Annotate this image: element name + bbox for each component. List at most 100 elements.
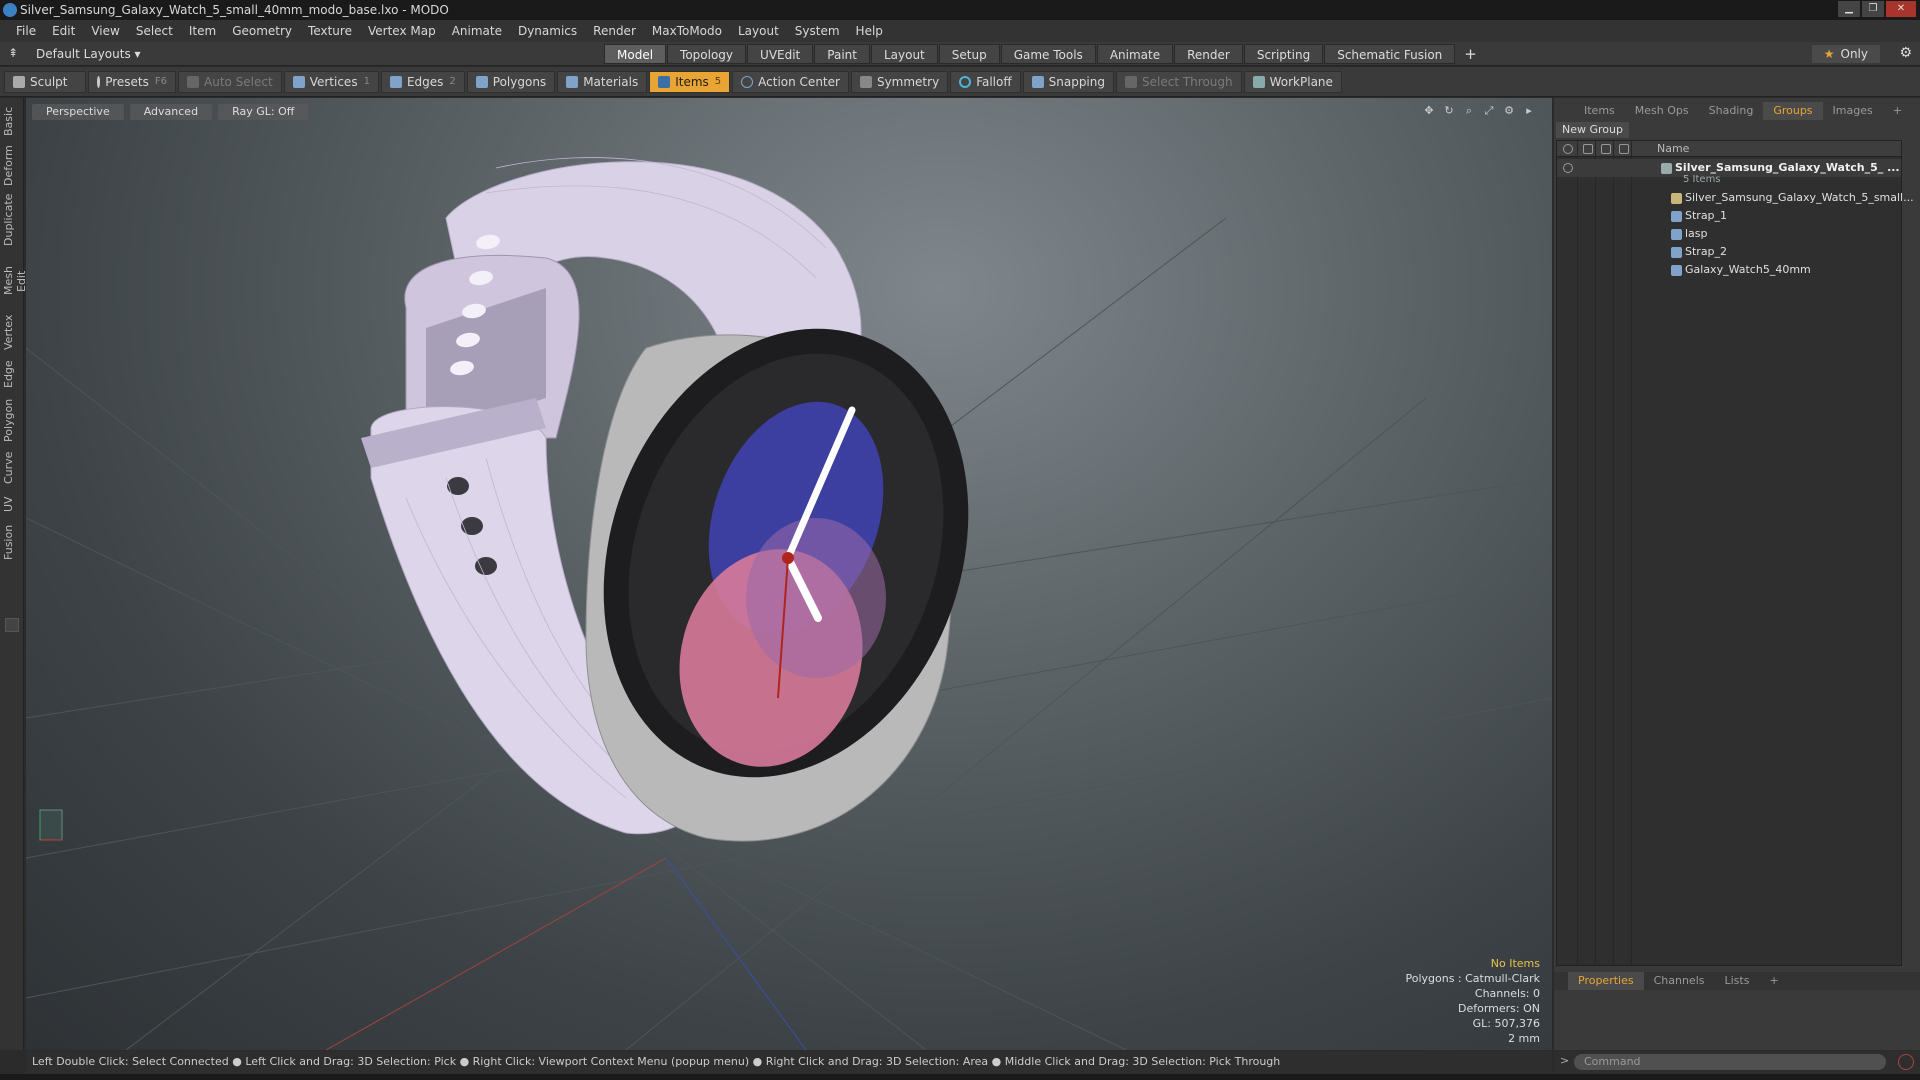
tab-uvedit[interactable]: UVEdit: [747, 44, 814, 64]
auto-select-button[interactable]: Auto Select: [178, 70, 282, 93]
zoom-view-icon[interactable]: ⌕: [1462, 104, 1476, 118]
sculpt-button[interactable]: Sculpt: [4, 70, 86, 93]
tab-properties[interactable]: Properties: [1568, 972, 1644, 990]
mesh-icon: [1671, 211, 1682, 222]
group-visibility-icon[interactable]: [1563, 163, 1573, 173]
vtab-polygon[interactable]: Polygon: [2, 398, 22, 442]
maximize-button[interactable]: ❐: [1862, 1, 1884, 17]
tab-layout[interactable]: Layout: [870, 44, 938, 64]
tab-setup[interactable]: Setup: [938, 44, 1000, 64]
vtab-uv[interactable]: UV: [2, 494, 22, 514]
menu-help[interactable]: Help: [848, 20, 891, 42]
gear-icon[interactable]: ⚙: [1899, 45, 1912, 61]
tab-topology[interactable]: Topology: [667, 44, 747, 64]
items-button[interactable]: Items 5: [649, 70, 731, 93]
command-bar: > Command: [1554, 1051, 1920, 1073]
edges-button[interactable]: Edges 2: [380, 70, 465, 93]
tab-animate[interactable]: Animate: [1096, 44, 1174, 64]
raygl-button[interactable]: Ray GL: Off: [218, 104, 309, 120]
list-item[interactable]: Silver_Samsung_Galaxy_Watch_5_small...: [1557, 189, 1914, 207]
tab-items[interactable]: Items: [1574, 102, 1625, 120]
menu-select[interactable]: Select: [128, 20, 181, 42]
list-item[interactable]: lasp: [1557, 225, 1901, 243]
group-count-row: 5 Items: [1557, 173, 1901, 187]
menu-dynamics[interactable]: Dynamics: [510, 20, 585, 42]
select-col-icon[interactable]: [1619, 144, 1629, 154]
move-view-icon[interactable]: ✥: [1422, 104, 1436, 118]
vtab-mesh-edit[interactable]: Mesh Edit: [2, 256, 28, 306]
menu-maxtomodo[interactable]: MaxToModo: [644, 20, 730, 42]
render-col-icon[interactable]: [1583, 144, 1593, 154]
tab-images[interactable]: Images: [1823, 102, 1883, 120]
menu-file[interactable]: File: [8, 20, 44, 42]
vtab-curve[interactable]: Curve: [2, 452, 22, 484]
menu-system[interactable]: System: [787, 20, 848, 42]
menu-geometry[interactable]: Geometry: [224, 20, 300, 42]
tab-schematic-fusion[interactable]: Schematic Fusion: [1324, 44, 1456, 64]
tab-mesh-ops[interactable]: Mesh Ops: [1625, 102, 1699, 120]
vtab-deform[interactable]: Deform: [2, 145, 22, 186]
tab-render[interactable]: Render: [1174, 44, 1243, 64]
tab-channels[interactable]: Channels: [1644, 972, 1715, 990]
vtab-basic[interactable]: Basic: [2, 106, 22, 136]
polygons-button[interactable]: Polygons: [466, 70, 556, 93]
close-button[interactable]: ✕: [1886, 1, 1916, 17]
vtab-vertex[interactable]: Vertex: [2, 315, 22, 350]
tab-game-tools[interactable]: Game Tools: [1000, 44, 1096, 64]
action-center-button[interactable]: Action Center: [732, 70, 849, 93]
viewport-menu-icon[interactable]: ▸: [1522, 104, 1536, 118]
action-center-label: Action Center: [758, 74, 840, 89]
3d-viewport[interactable]: Perspective Advanced Ray GL: Off ✥ ↻ ⌕ ⤢…: [26, 98, 1552, 1050]
menu-texture[interactable]: Texture: [300, 20, 360, 42]
command-input[interactable]: Command: [1574, 1054, 1886, 1070]
rotate-view-icon[interactable]: ↻: [1442, 104, 1456, 118]
materials-button[interactable]: Materials: [557, 70, 648, 93]
expand-toolbox-icon[interactable]: [5, 618, 19, 632]
vtab-duplicate[interactable]: Duplicate: [2, 194, 22, 246]
materials-label: Materials: [583, 74, 639, 89]
minimize-button[interactable]: ▁: [1838, 1, 1860, 17]
symmetry-button[interactable]: Symmetry: [850, 70, 949, 93]
workplane-button[interactable]: WorkPlane: [1243, 70, 1342, 93]
tab-paint[interactable]: Paint: [814, 44, 870, 64]
command-history-icon[interactable]: [1898, 1054, 1914, 1070]
list-item[interactable]: Strap_2: [1557, 243, 1901, 261]
presets-button[interactable]: Presets F6: [88, 70, 176, 93]
unit-info: 2 mm: [1508, 1032, 1540, 1045]
tab-shading[interactable]: Shading: [1699, 102, 1764, 120]
lock-col-icon[interactable]: [1601, 144, 1611, 154]
vtab-edge[interactable]: Edge: [2, 360, 22, 388]
new-group-button[interactable]: New Group: [1556, 122, 1629, 138]
tab-groups[interactable]: Groups: [1763, 102, 1823, 120]
falloff-button[interactable]: Falloff: [950, 70, 1021, 93]
menu-render[interactable]: Render: [585, 20, 644, 42]
snapping-button[interactable]: Snapping: [1022, 70, 1114, 93]
menu-item[interactable]: Item: [181, 20, 224, 42]
viewport-settings-icon[interactable]: ⚙: [1502, 104, 1516, 118]
view-perspective-button[interactable]: Perspective: [32, 104, 124, 120]
layout-collapse-icon[interactable]: ⇞: [8, 46, 18, 60]
vtab-fusion[interactable]: Fusion: [2, 524, 22, 560]
list-item[interactable]: Strap_1: [1557, 207, 1901, 225]
menu-edit[interactable]: Edit: [44, 20, 83, 42]
menu-animate[interactable]: Animate: [444, 20, 510, 42]
menu-vertex-map[interactable]: Vertex Map: [360, 20, 444, 42]
tab-model[interactable]: Model: [604, 44, 667, 64]
fit-view-icon[interactable]: ⤢: [1482, 104, 1496, 118]
add-panel-tab-button[interactable]: +: [1883, 102, 1912, 120]
layout-selector[interactable]: Default Layouts ▾: [26, 45, 151, 63]
visibility-col-icon[interactable]: [1563, 144, 1573, 154]
vertices-button[interactable]: Vertices 1: [283, 70, 379, 93]
tab-scripting[interactable]: Scripting: [1243, 44, 1324, 64]
only-button[interactable]: ★ Only: [1811, 45, 1880, 63]
menu-layout[interactable]: Layout: [730, 20, 787, 42]
list-item[interactable]: Galaxy_Watch5_40mm: [1557, 261, 1901, 279]
name-column-header[interactable]: Name: [1657, 141, 1689, 157]
add-tab-button[interactable]: +: [1456, 44, 1485, 64]
channels-info: Channels: 0: [1474, 987, 1540, 1000]
select-through-button[interactable]: Select Through: [1116, 70, 1242, 93]
shading-advanced-button[interactable]: Advanced: [129, 104, 213, 120]
add-props-tab-button[interactable]: +: [1759, 972, 1788, 990]
tab-lists[interactable]: Lists: [1715, 972, 1760, 990]
menu-view[interactable]: View: [83, 20, 127, 42]
